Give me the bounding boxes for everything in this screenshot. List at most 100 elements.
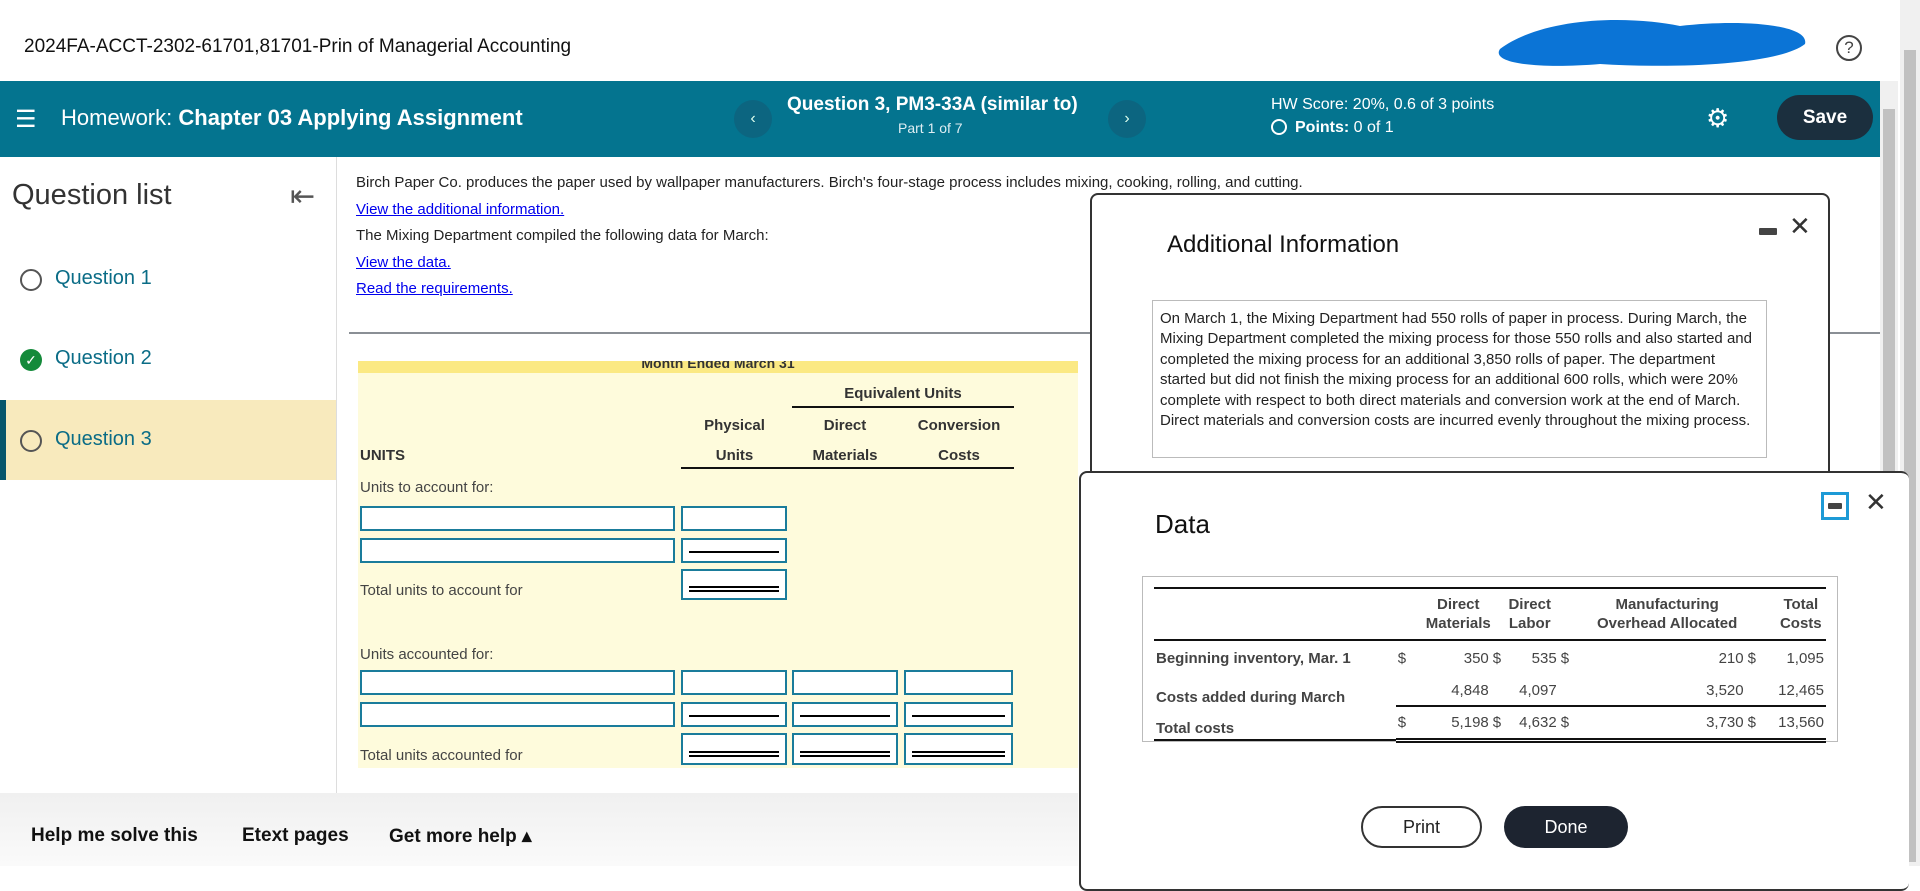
- dm-value: 5,198: [1417, 706, 1491, 743]
- total-accounted-physical-input[interactable]: [681, 733, 787, 765]
- cost-data-table-box: Direct Materials Direct Labor Manufactur…: [1142, 576, 1838, 743]
- points-label: Points:: [1295, 119, 1350, 136]
- col-dm-header: Direct: [823, 417, 867, 434]
- question-list-title: Question list: [12, 179, 172, 211]
- next-question-button[interactable]: ›: [1108, 100, 1146, 138]
- collapse-sidebar-icon[interactable]: ⇤: [290, 179, 315, 214]
- units-accounted-label-input-2[interactable]: [360, 702, 675, 727]
- col-physical-header: Physical: [704, 417, 765, 434]
- dialog-title: Additional Information: [1167, 231, 1400, 258]
- course-title: 2024FA-ACCT-2302-61701,81701-Prin of Man…: [24, 36, 572, 57]
- question-title: Question 3, PM3-33A (similar to): [787, 94, 1078, 115]
- question-label: Question 1: [55, 267, 152, 289]
- menu-icon[interactable]: ☰: [15, 105, 37, 134]
- total-value: 12,465: [1762, 676, 1826, 707]
- points-value: 0 of 1: [1353, 119, 1394, 136]
- units-table: Month Ended March 31 Equivalent Units Ph…: [358, 361, 1078, 768]
- help-me-solve-button[interactable]: Help me solve this: [31, 825, 198, 847]
- row-label: Beginning inventory, Mar. 1: [1156, 650, 1351, 667]
- assignment-header: ☰ Homework: Chapter 03 Applying Assignme…: [0, 81, 1880, 157]
- units-accounted-physical-input-2[interactable]: [681, 702, 787, 727]
- equivalent-units-header: Equivalent Units: [792, 385, 1014, 408]
- sidebar-item-question-3[interactable]: Question 3: [0, 400, 336, 480]
- redaction-scribble: [1498, 19, 1806, 66]
- minimize-icon[interactable]: [1759, 228, 1777, 235]
- points: Points: 0 of 1: [1271, 119, 1394, 137]
- total-accounted-label: Total units accounted for: [360, 747, 523, 764]
- previous-question-button[interactable]: ‹: [734, 100, 772, 138]
- col-physical-header-2: Units: [715, 447, 754, 464]
- total-to-account-label: Total units to account for: [360, 582, 523, 599]
- currency: $: [1747, 650, 1756, 667]
- total-accounted-dm-input[interactable]: [792, 733, 898, 765]
- header-direct-labor: Direct Labor: [1508, 596, 1551, 632]
- currency: $: [1490, 706, 1510, 743]
- get-more-help-button[interactable]: Get more help ▴: [389, 825, 532, 848]
- question-label: Question 2: [55, 347, 152, 369]
- homework-prefix: Homework:: [61, 105, 173, 130]
- unanswered-circle-icon: [20, 269, 42, 291]
- units-accounted-physical-input-1[interactable]: [681, 670, 787, 695]
- etext-pages-button[interactable]: Etext pages: [242, 825, 349, 847]
- row-label: Costs added during March: [1156, 689, 1346, 706]
- help-icon[interactable]: ?: [1836, 35, 1862, 61]
- col-cc-header: Conversion: [917, 417, 1001, 434]
- period-header: Month Ended March 31: [358, 361, 1078, 373]
- moh-value: 3,520: [1588, 676, 1746, 707]
- units-to-account-label-input-2[interactable]: [360, 538, 675, 563]
- print-button[interactable]: Print: [1361, 806, 1482, 848]
- table-row: Costs added during March 4,848 4,097 3,5…: [1154, 676, 1826, 707]
- minimize-icon: [1828, 503, 1842, 509]
- minimize-button[interactable]: [1821, 492, 1849, 520]
- units-accounted-dm-input-1[interactable]: [792, 670, 898, 695]
- dm-value: 4,848: [1417, 676, 1491, 707]
- units-to-account-physical-input-2[interactable]: [681, 538, 787, 563]
- units-accounted-label: Units accounted for:: [360, 646, 494, 663]
- moh-value: 210: [1718, 650, 1744, 667]
- table-row: Beginning inventory, Mar. 1 $ 350 $ 535 …: [1154, 640, 1826, 676]
- total-accounted-cc-input[interactable]: [904, 733, 1013, 765]
- question-part: Part 1 of 7: [898, 120, 963, 136]
- total-to-account-physical-input[interactable]: [681, 569, 787, 600]
- currency: $: [1558, 706, 1589, 743]
- units-to-account-label-input-1[interactable]: [360, 506, 675, 531]
- close-icon[interactable]: ✕: [1789, 211, 1811, 242]
- units-to-account-physical-input-1[interactable]: [681, 506, 787, 531]
- chevron-left-icon: ‹: [750, 110, 756, 127]
- additional-info-text: On March 1, the Mixing Department had 55…: [1152, 300, 1767, 458]
- currency: $: [1560, 650, 1570, 667]
- dl-value: 4,097: [1509, 676, 1559, 707]
- total-value: 1,095: [1786, 650, 1824, 667]
- sidebar-item-question-1[interactable]: Question 1: [0, 239, 336, 319]
- sidebar-item-question-2[interactable]: ✓ Question 2: [0, 319, 336, 399]
- additional-information-dialog: Additional Information ✕ On March 1, the…: [1090, 193, 1830, 483]
- dm-value: 350: [1463, 650, 1489, 667]
- units-accounted-dm-input-2[interactable]: [792, 702, 898, 727]
- status-circle-icon: [1271, 119, 1287, 135]
- currency: $: [1395, 706, 1418, 743]
- cost-data-table: Direct Materials Direct Labor Manufactur…: [1154, 587, 1826, 743]
- question-label: Question 3: [55, 428, 152, 450]
- help-footer: Help me solve this Etext pages Get more …: [0, 793, 1078, 866]
- currency: $: [1492, 650, 1502, 667]
- close-icon[interactable]: ✕: [1865, 487, 1887, 518]
- check-circle-icon: ✓: [20, 349, 42, 371]
- header-total-costs: Total Costs: [1779, 596, 1822, 632]
- units-to-account-label: Units to account for:: [360, 479, 494, 496]
- unanswered-circle-icon: [20, 430, 42, 452]
- header-direct-materials: Direct Materials: [1425, 596, 1491, 632]
- units-accounted-label-input-1[interactable]: [360, 670, 675, 695]
- total-value: 13,560: [1762, 706, 1826, 743]
- done-button[interactable]: Done: [1504, 806, 1628, 848]
- hw-score: HW Score: 20%, 0.6 of 3 points: [1271, 96, 1495, 113]
- save-button[interactable]: Save: [1777, 95, 1873, 140]
- units-accounted-cc-input-1[interactable]: [904, 670, 1013, 695]
- homework-title: Homework: Chapter 03 Applying Assignment: [61, 105, 523, 131]
- currency: $: [1745, 706, 1763, 743]
- units-accounted-cc-input-2[interactable]: [904, 702, 1013, 727]
- gear-icon[interactable]: ⚙: [1706, 103, 1729, 134]
- row-label: Total costs: [1156, 720, 1235, 737]
- header-manufacturing-overhead: Manufacturing Overhead Allocated: [1596, 596, 1738, 632]
- moh-value: 3,730: [1588, 706, 1746, 743]
- col-cc-header-2: Costs: [938, 447, 980, 464]
